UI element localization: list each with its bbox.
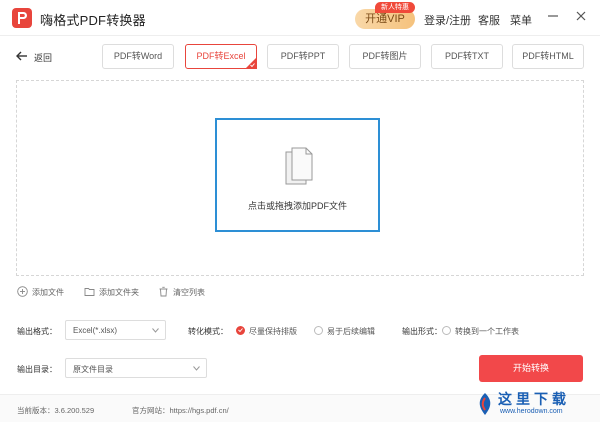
folder-icon — [84, 288, 95, 296]
tab-label: PDF转Excel — [196, 51, 246, 61]
check-icon — [250, 63, 255, 67]
tab-pdf-to-html[interactable]: PDF转HTML — [512, 44, 584, 69]
chevron-down-icon — [152, 328, 159, 333]
version-text: 当前版本：3.6.200.529 — [17, 406, 95, 415]
mode-easy-edit-label: 易于后续编辑 — [327, 327, 375, 336]
document-icon — [285, 147, 313, 185]
watermark-logo-icon — [479, 393, 491, 415]
login-register-link[interactable]: 登录/注册 — [424, 12, 471, 28]
clear-list-label: 清空列表 — [173, 288, 205, 297]
convert-mode-label: 转化模式： — [188, 327, 228, 336]
arrow-left-icon — [16, 51, 27, 61]
output-dir-select[interactable]: 原文件目录 — [65, 358, 207, 378]
output-format-select[interactable]: Excel(*.xlsx) — [65, 320, 166, 340]
back-label: 返回 — [34, 53, 53, 63]
tab-pdf-to-txt[interactable]: PDF转TXT — [431, 44, 503, 69]
check-icon — [238, 328, 243, 332]
close-icon[interactable] — [574, 9, 588, 23]
watermark-url: www.herodown.com — [500, 408, 563, 415]
output-format-value: Excel(*.xlsx) — [73, 326, 118, 335]
add-folder-label: 添加文件夹 — [99, 288, 139, 297]
dropzone-label: 点击或拖拽添加PDF文件 — [247, 201, 347, 211]
tab-pdf-to-image[interactable]: PDF转图片 — [349, 44, 421, 69]
clear-list-button[interactable]: 清空列表 — [158, 286, 210, 300]
customer-service-link[interactable]: 客服 — [478, 12, 500, 28]
watermark-text: 这里下载 — [498, 391, 570, 407]
output-dir-label: 输出目录： — [17, 365, 57, 374]
vip-promo[interactable]: 开通VIP 新人特惠 — [355, 2, 415, 29]
add-file-label: 添加文件 — [32, 288, 64, 297]
mode-keep-layout-label: 尽量保持排版 — [249, 327, 297, 336]
tab-pdf-to-excel[interactable]: PDF转Excel — [185, 44, 257, 69]
minimize-icon[interactable] — [546, 9, 560, 23]
radio-indicator — [314, 326, 323, 335]
site-watermark: 这里下载 www.herodown.com — [470, 388, 600, 422]
tab-pdf-to-ppt[interactable]: PDF转PPT — [267, 44, 339, 69]
add-pdf-dropzone[interactable]: 点击或拖拽添加PDF文件 — [215, 118, 380, 232]
output-format-label: 输出格式： — [17, 327, 57, 336]
output-form-label: 输出形式： — [402, 327, 442, 336]
mode-keep-layout-radio[interactable]: 尽量保持排版 — [236, 325, 302, 337]
radio-indicator — [442, 326, 451, 335]
title-bar: 嗨格式PDF转换器 开通VIP 新人特惠 登录/注册 客服 菜单 — [0, 0, 600, 36]
single-sheet-radio[interactable]: 转换到一个工作表 — [442, 325, 524, 337]
start-convert-button[interactable]: 开始转换 — [479, 355, 583, 382]
chevron-down-icon — [193, 366, 200, 371]
plus-circle-icon — [17, 286, 28, 297]
pdf-logo-icon — [18, 12, 27, 24]
back-button[interactable]: 返回 — [16, 49, 56, 65]
new-user-badge: 新人特惠 — [375, 2, 415, 13]
add-folder-button[interactable]: 添加文件夹 — [84, 286, 146, 300]
menu-link[interactable]: 菜单 — [510, 12, 532, 28]
single-sheet-label: 转换到一个工作表 — [455, 327, 519, 336]
tab-pdf-to-word[interactable]: PDF转Word — [102, 44, 174, 69]
add-file-button[interactable]: 添加文件 — [17, 286, 69, 300]
mode-easy-edit-radio[interactable]: 易于后续编辑 — [314, 325, 380, 337]
app-title: 嗨格式PDF转换器 — [40, 13, 146, 28]
trash-icon — [159, 286, 168, 297]
app-logo — [12, 8, 32, 28]
output-dir-value: 原文件目录 — [73, 365, 113, 374]
website-text: 官方网站：https://hgs.pdf.cn/ — [132, 406, 229, 415]
